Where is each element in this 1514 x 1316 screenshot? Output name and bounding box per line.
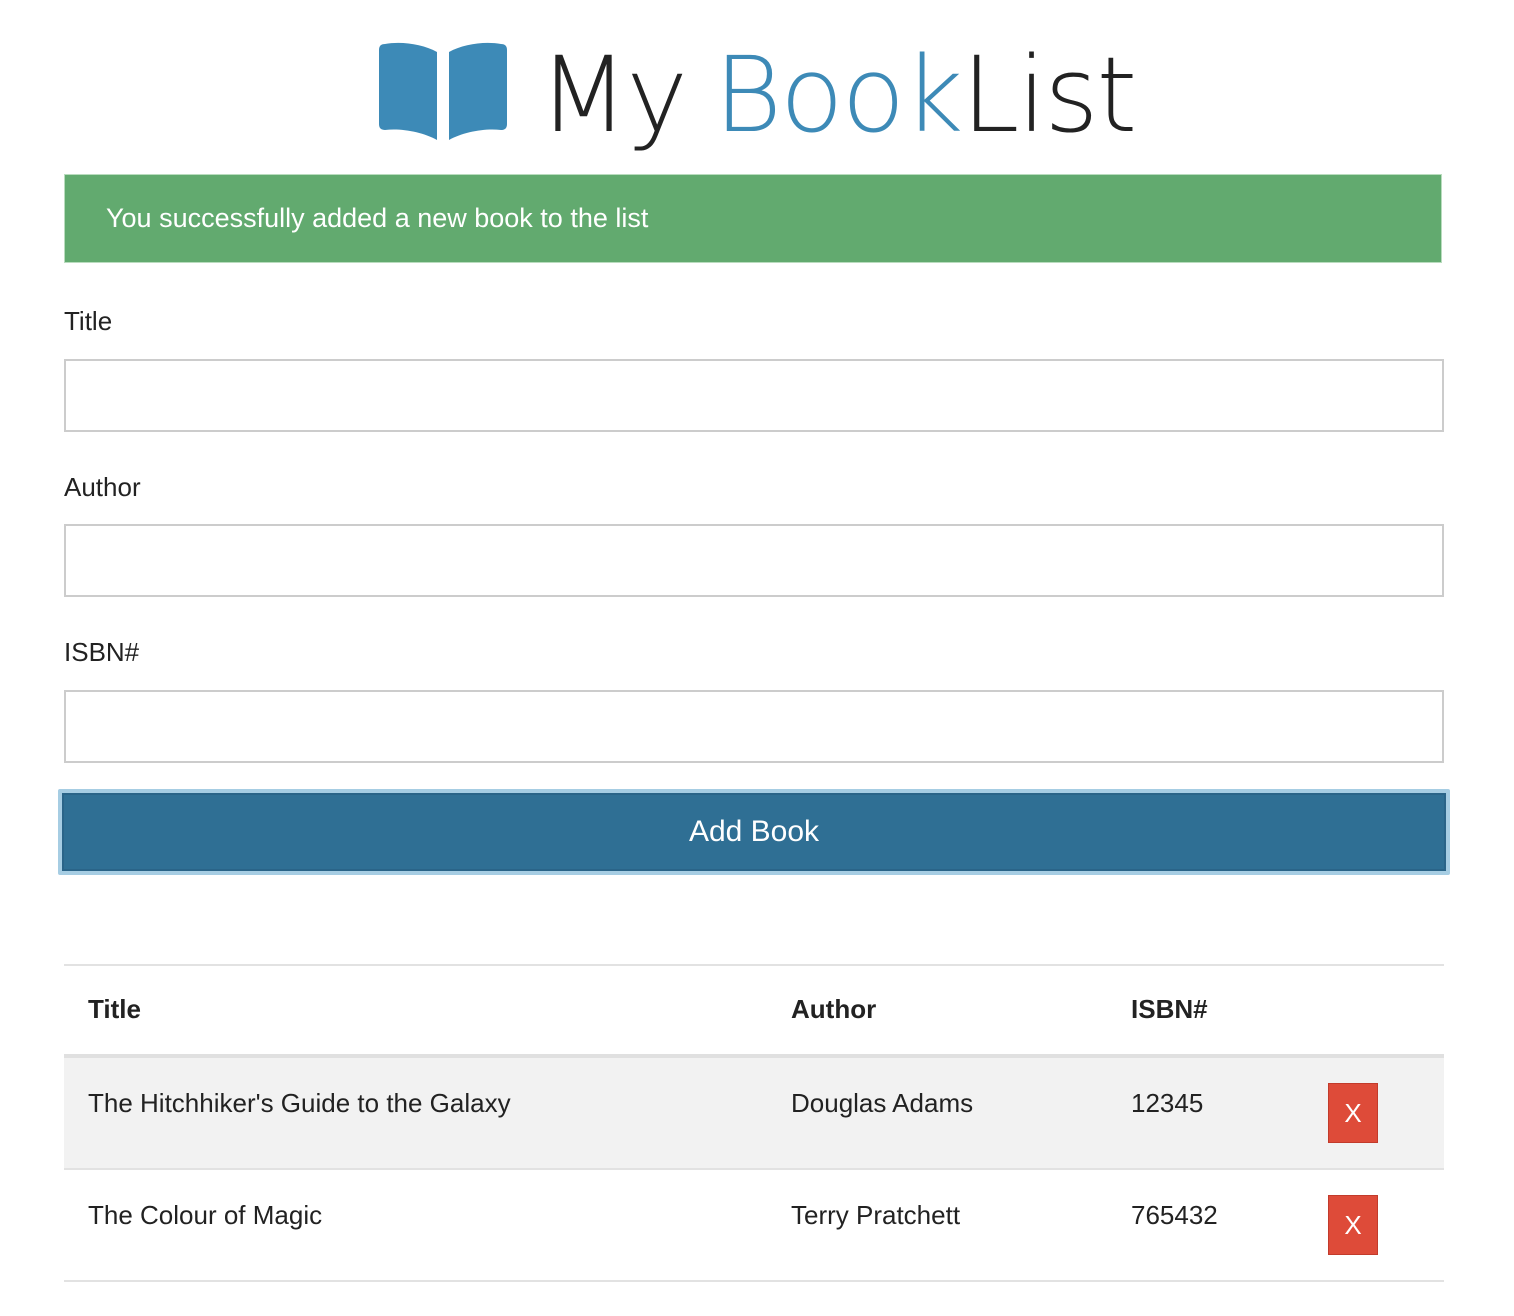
delete-button-label: X	[1344, 1097, 1362, 1128]
isbn-input[interactable]	[64, 690, 1444, 763]
delete-book-button[interactable]: X	[1328, 1083, 1378, 1143]
app-header: My BookList	[0, 30, 1514, 160]
app-title-list: List	[961, 34, 1138, 156]
app-title-my: My	[538, 34, 688, 156]
book-author-cell: Douglas Adams	[791, 1088, 974, 1118]
column-header-author: Author	[791, 994, 877, 1024]
book-table: Title Author ISBN# The Hitchhiker's Guid…	[64, 964, 1444, 1282]
book-open-icon	[378, 42, 507, 140]
book-list-app: My BookList You successfully added a new …	[0, 0, 1514, 1316]
success-alert: You successfully added a new book to the…	[64, 174, 1442, 263]
delete-book-button[interactable]: X	[1328, 1195, 1378, 1255]
author-label: Author	[64, 472, 141, 502]
table-row: The Hitchhiker's Guide to the Galaxy Dou…	[64, 1058, 1444, 1170]
app-title-book: Book	[713, 34, 964, 156]
author-input[interactable]	[64, 524, 1444, 597]
book-title-cell: The Hitchhiker's Guide to the Galaxy	[88, 1088, 511, 1118]
column-header-isbn: ISBN#	[1131, 994, 1208, 1024]
column-header-title: Title	[88, 994, 141, 1024]
add-book-button-focus-ring: Add Book	[58, 789, 1450, 875]
book-author-cell: Terry Pratchett	[791, 1200, 961, 1230]
table-header: Title Author ISBN#	[64, 966, 1444, 1058]
book-title-cell: The Colour of Magic	[88, 1200, 323, 1230]
book-isbn-cell: 12345	[1131, 1088, 1204, 1118]
isbn-label: ISBN#	[64, 637, 140, 667]
delete-button-label: X	[1344, 1209, 1362, 1240]
book-isbn-cell: 765432	[1131, 1200, 1218, 1230]
title-input[interactable]	[64, 359, 1444, 432]
add-book-button-label: Add Book	[688, 815, 820, 848]
title-label: Title	[64, 306, 113, 336]
add-book-button[interactable]: Add Book	[62, 793, 1446, 871]
app-title: My BookList	[539, 43, 1138, 147]
success-alert-message: You successfully added a new book to the…	[106, 203, 649, 233]
table-row: The Colour of Magic Terry Pratchett 7654…	[64, 1170, 1444, 1282]
